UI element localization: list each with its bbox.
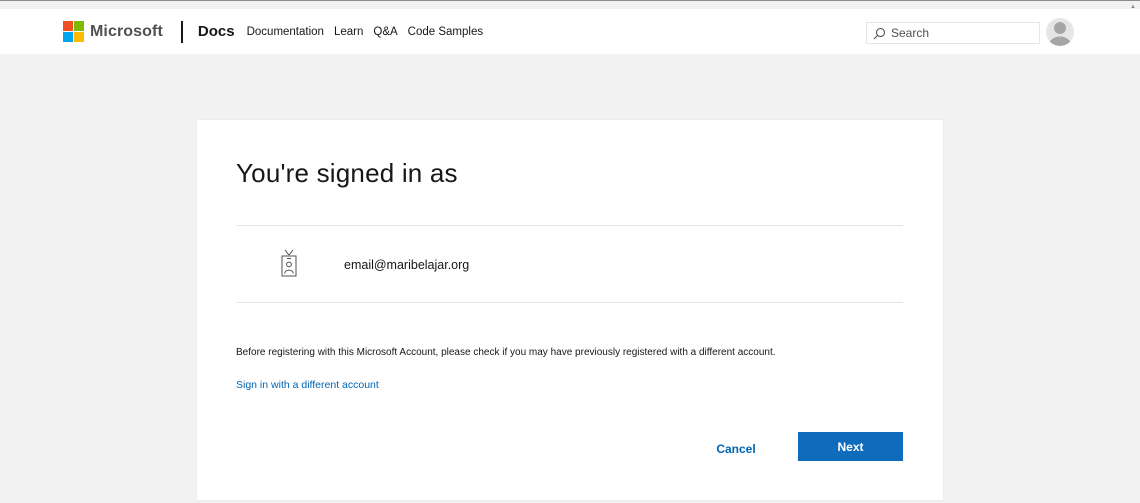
nav-documentation[interactable]: Documentation <box>247 26 324 38</box>
window-top-border <box>0 0 1140 1</box>
account-info-text: Before registering with this Microsoft A… <box>236 347 776 358</box>
id-badge-icon <box>281 249 297 277</box>
nav-qa[interactable]: Q&A <box>373 26 397 38</box>
divider-top <box>236 225 903 226</box>
search-box[interactable] <box>866 22 1040 44</box>
sign-in-card: You're signed in as email@maribelajar.or… <box>197 120 943 500</box>
scroll-up-arrow-icon[interactable]: ▲ <box>1130 4 1136 10</box>
site-header: Microsoft Docs Documentation Learn Q&A C… <box>0 9 1140 54</box>
user-avatar-icon[interactable] <box>1046 18 1074 46</box>
sign-in-different-account-link[interactable]: Sign in with a different account <box>236 379 379 391</box>
logo-square-yellow <box>74 32 84 42</box>
page-title: You're signed in as <box>236 158 458 188</box>
brand-name[interactable]: Microsoft <box>90 23 163 41</box>
nav-code-samples[interactable]: Code Samples <box>408 26 483 38</box>
next-button[interactable]: Next <box>798 432 903 461</box>
product-name-docs[interactable]: Docs <box>198 23 235 40</box>
cancel-button[interactable]: Cancel <box>695 434 777 464</box>
header-nav-group: Microsoft Docs Documentation Learn Q&A C… <box>63 9 493 54</box>
logo-square-red <box>63 21 73 31</box>
divider-bottom <box>236 302 903 303</box>
search-icon <box>873 27 886 39</box>
header-divider <box>180 20 183 43</box>
signed-in-email: email@maribelajar.org <box>344 258 470 272</box>
logo-square-blue <box>63 32 73 42</box>
search-input[interactable] <box>891 26 1031 40</box>
microsoft-logo-icon[interactable] <box>63 21 84 42</box>
nav-learn[interactable]: Learn <box>334 26 363 38</box>
logo-square-green <box>74 21 84 31</box>
avatar-silhouette <box>1049 22 1071 46</box>
